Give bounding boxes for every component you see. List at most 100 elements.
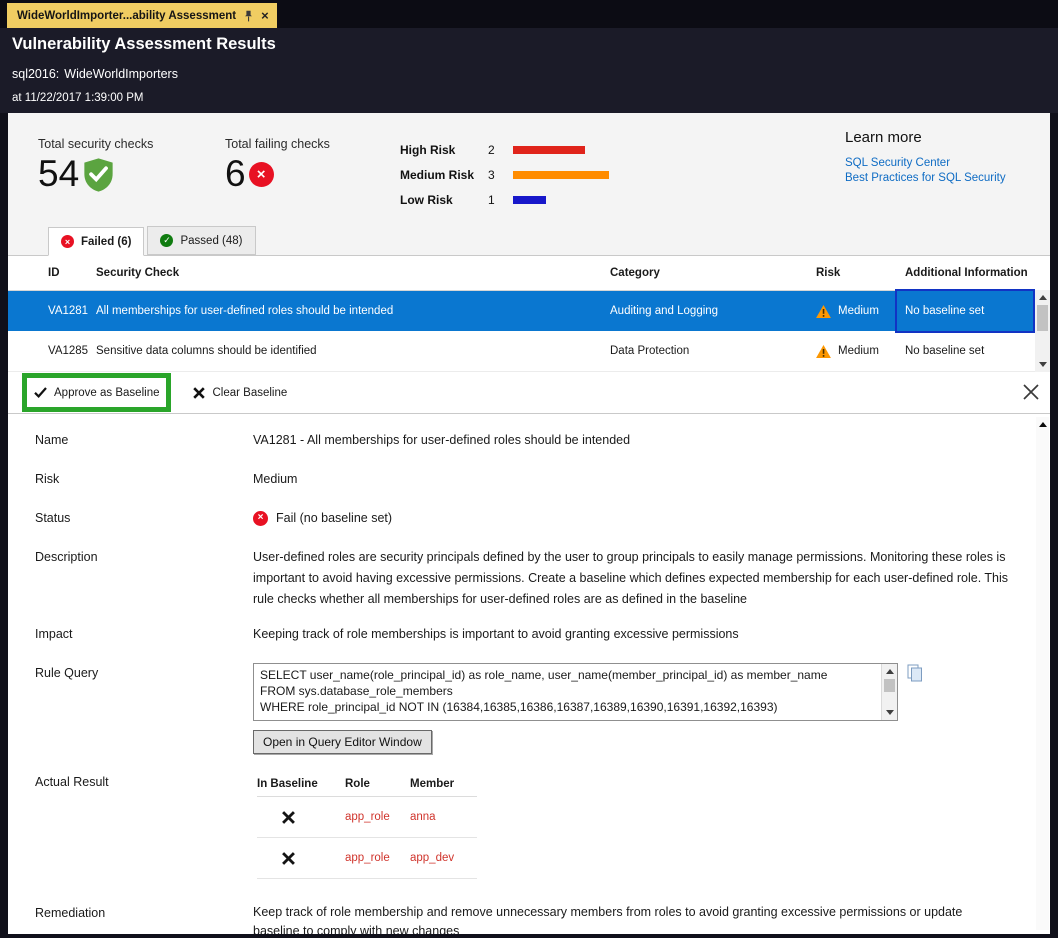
detail-row-name: Name VA1281 - All memberships for user-d… [35, 430, 1036, 450]
link-best-practices[interactable]: Best Practices for SQL Security [845, 172, 1006, 184]
failing-checks-metric: Total failing checks 6 × [225, 137, 330, 193]
scroll-down-icon[interactable] [1035, 357, 1050, 372]
detail-row-description: Description User-defined roles are secur… [35, 547, 1036, 610]
result-row: app_role app_dev [257, 838, 477, 879]
results-grid: ID Security Check Category Risk Addition… [8, 256, 1050, 372]
cell-id: VA1285 [8, 345, 96, 357]
detail-row-risk: Risk Medium [35, 469, 1036, 489]
column-additional-info: Additional Information [895, 267, 1035, 279]
remediation-label: Remediation [35, 903, 253, 934]
medium-risk-label: Medium Risk [400, 168, 488, 182]
warning-icon [816, 305, 831, 318]
database-name: WideWorldImporters [64, 67, 178, 81]
name-label: Name [35, 430, 253, 450]
approve-as-baseline-button[interactable]: Approve as Baseline [34, 387, 159, 399]
detail-row-rule-query: Rule Query SELECT user_name(role_princip… [35, 663, 1036, 754]
document-tab-title: WideWorldImporter...ability Assessment [17, 10, 236, 22]
name-value: VA1281 - All memberships for user-define… [253, 430, 1036, 450]
server-line: sql2016: WideWorldImporters [12, 67, 1046, 82]
risk-level-text: Medium [838, 345, 879, 357]
scroll-up-icon[interactable] [1035, 290, 1050, 305]
tab-close-icon[interactable]: × [261, 9, 269, 22]
annotation-highlight-box: Approve as Baseline [22, 373, 171, 412]
actual-result-table: In Baseline Role Member app_role anna [257, 772, 477, 879]
table-row-va1285[interactable]: VA1285 Sensitive data columns should be … [8, 331, 1050, 372]
clear-button-label: Clear Baseline [212, 387, 287, 399]
clear-baseline-button[interactable]: Clear Baseline [193, 387, 287, 399]
failing-checks-value: 6 [225, 155, 246, 193]
cell-id: VA1281 [8, 305, 96, 317]
column-role: Role [345, 774, 410, 794]
column-id: ID [8, 267, 96, 279]
learn-more-title: Learn more [845, 129, 1006, 146]
low-risk-count: 1 [488, 193, 513, 207]
actual-result-label: Actual Result [35, 772, 253, 879]
cell-baseline-status[interactable]: No baseline set [895, 289, 1035, 333]
passed-tab-label: Passed (48) [180, 235, 242, 247]
total-checks-value: 54 [38, 155, 79, 193]
check-icon [34, 387, 47, 398]
passed-tab-icon: ✓ [160, 234, 173, 247]
cell-risk: Medium [800, 331, 895, 371]
query-scrollbar[interactable] [881, 664, 897, 720]
cell-risk: Medium [800, 291, 895, 331]
link-sql-security-center[interactable]: SQL Security Center [845, 157, 1006, 169]
tab-failed[interactable]: × Failed (6) [48, 227, 144, 256]
impact-label: Impact [35, 624, 253, 644]
tab-passed[interactable]: ✓ Passed (48) [147, 226, 255, 255]
description-label: Description [35, 547, 253, 610]
grid-scrollbar-thumb[interactable] [1037, 305, 1048, 331]
remediation-value: Keep track of role membership and remove… [253, 903, 968, 934]
status-text: Fail (no baseline set) [276, 508, 392, 528]
close-details-icon[interactable] [1022, 383, 1040, 401]
detail-row-remediation: Remediation Keep track of role membershi… [35, 903, 1036, 934]
open-in-query-editor-button[interactable]: Open in Query Editor Window [253, 730, 432, 754]
query-scroll-up-icon[interactable] [882, 664, 897, 679]
member-cell: anna [410, 807, 477, 827]
risk-label: Risk [35, 469, 253, 489]
risk-value: Medium [253, 469, 1036, 489]
status-fail-icon: × [253, 511, 268, 526]
page-title: Vulnerability Assessment Results [12, 35, 1046, 54]
rule-query-box: SELECT user_name(role_principal_id) as r… [253, 663, 898, 721]
document-tab[interactable]: WideWorldImporter...ability Assessment × [7, 3, 277, 28]
not-in-baseline-icon [257, 811, 319, 824]
status-value: × Fail (no baseline set) [253, 508, 1036, 528]
rule-query-label: Rule Query [35, 663, 253, 754]
query-scrollbar-thumb[interactable] [884, 679, 895, 692]
details-scroll-up-icon[interactable] [1035, 417, 1050, 432]
cell-security-check: Sensitive data columns should be identif… [96, 345, 610, 357]
details-scrollbar[interactable] [1036, 417, 1049, 930]
grid-header: ID Security Check Category Risk Addition… [8, 256, 1050, 291]
report-header: Vulnerability Assessment Results sql2016… [0, 28, 1058, 113]
not-in-baseline-icon [257, 852, 319, 865]
table-row-va1281[interactable]: VA1281 All memberships for user-defined … [8, 291, 1050, 331]
detail-row-status: Status × Fail (no baseline set) [35, 508, 1036, 528]
status-label: Status [35, 508, 253, 528]
column-category: Category [610, 267, 800, 279]
column-security-check: Security Check [96, 267, 610, 279]
total-checks-metric: Total security checks 54 [38, 137, 153, 193]
actual-result-header: In Baseline Role Member [257, 772, 477, 797]
report-timestamp: at 11/22/2017 1:39:00 PM [12, 91, 1046, 105]
role-cell: app_role [345, 807, 410, 827]
document-tab-strip: WideWorldImporter...ability Assessment × [0, 0, 1058, 28]
approve-button-label: Approve as Baseline [54, 387, 159, 399]
risk-legend: High Risk 2 Medium Risk 3 Low Risk 1 [400, 137, 609, 212]
medium-risk-bar [513, 171, 609, 179]
pin-icon[interactable] [244, 10, 253, 22]
column-in-baseline: In Baseline [257, 774, 345, 794]
high-risk-row: High Risk 2 [400, 137, 609, 162]
copy-icon[interactable] [907, 664, 923, 682]
low-risk-bar [513, 196, 546, 204]
server-name: sql2016: [12, 67, 59, 81]
impact-value: Keeping track of role memberships is imp… [253, 624, 1036, 644]
column-risk: Risk [800, 267, 895, 279]
query-scroll-down-icon[interactable] [882, 705, 897, 720]
column-member: Member [410, 774, 477, 794]
x-icon [193, 387, 205, 399]
query-line: WHERE role_principal_id NOT IN (16384,16… [260, 699, 877, 715]
details-panel: Name VA1281 - All memberships for user-d… [8, 414, 1050, 934]
grid-scrollbar[interactable] [1035, 290, 1050, 372]
query-line: FROM sys.database_role_members [260, 683, 877, 699]
